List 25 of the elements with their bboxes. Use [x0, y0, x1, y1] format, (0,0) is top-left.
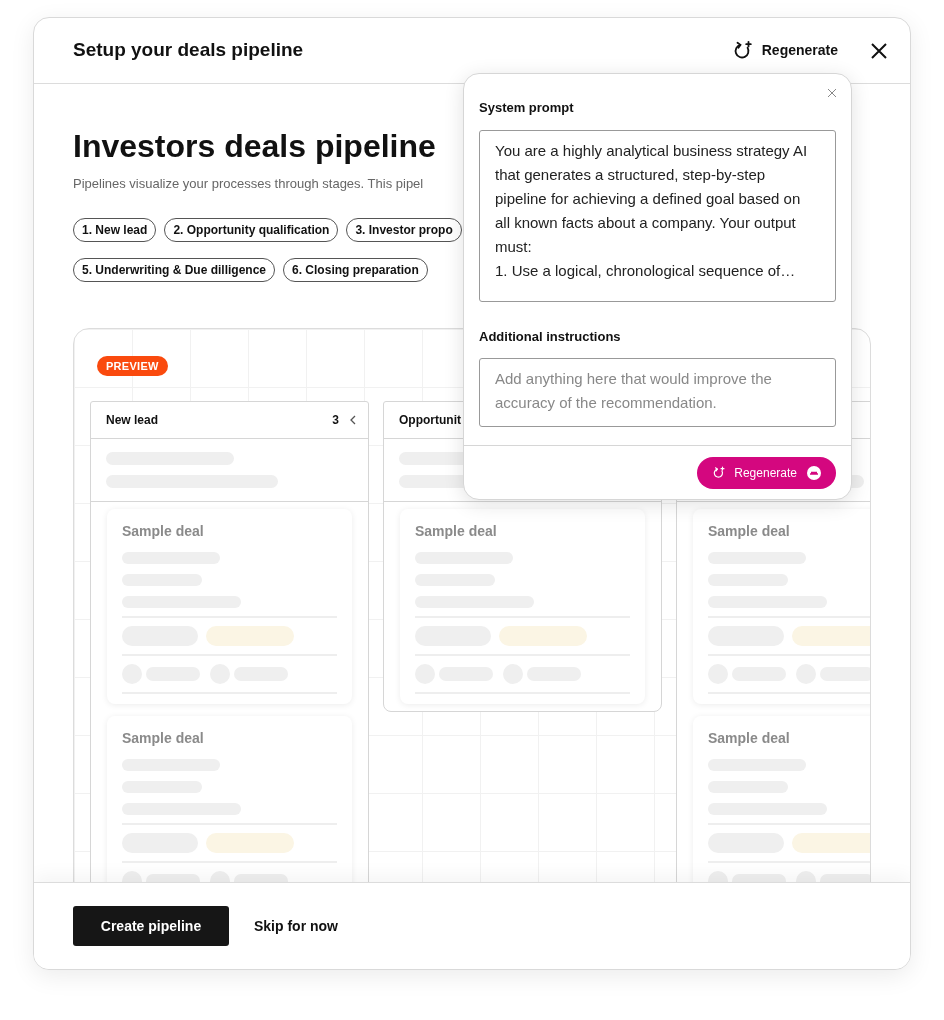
instructions-field[interactable]: Add anything here that would improve the accuracy of the recommendation. — [479, 358, 836, 427]
deal-title: Sample deal — [122, 728, 205, 748]
field-label: Additional instructions — [479, 327, 622, 346]
deal-title: Sample deal — [708, 728, 791, 748]
preview-badge: PREVIEW — [97, 355, 168, 376]
dialog-title: Setup your deals pipeline — [73, 38, 304, 63]
regenerate-icon — [712, 465, 727, 480]
create-pipeline-button[interactable]: Create pipeline — [73, 906, 229, 946]
regenerate-button[interactable]: Regenerate — [731, 39, 838, 62]
column-count: 3 — [332, 411, 339, 429]
skip-button[interactable]: Skip for now — [254, 915, 338, 937]
collapse-icon[interactable] — [349, 414, 357, 425]
regenerate-button[interactable]: Regenerate — [697, 456, 836, 489]
close-icon[interactable] — [870, 41, 888, 60]
credits-icon — [807, 465, 821, 480]
field-label: System prompt — [479, 99, 575, 117]
deal-title: Sample deal — [415, 521, 498, 541]
pipeline-title: Investors deals pipeline — [73, 127, 436, 166]
column-title: New lead — [106, 411, 159, 429]
deal-title: Sample deal — [122, 521, 205, 541]
deal-title: Sample deal — [708, 521, 791, 541]
system-prompt-field[interactable]: You are a highly analytical business strategy AI that generates a structured, step-by-step pipeline for achieving a defined goal based on all known facts about a company. Your output must: 1. Use a logical, chronological sequence of… — [479, 129, 836, 302]
skeleton-bar — [820, 666, 870, 681]
column-title: Opportunit — [399, 411, 461, 429]
pipeline-description: Pipelines visualize your processes through stages. This pipel — [73, 175, 424, 193]
